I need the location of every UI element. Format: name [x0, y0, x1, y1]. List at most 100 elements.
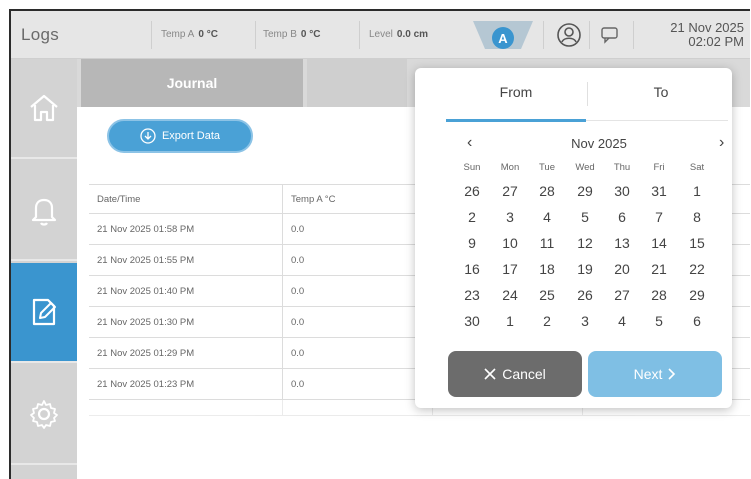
cancel-button[interactable]: Cancel	[448, 351, 582, 397]
calendar-day[interactable]: 27	[606, 284, 638, 306]
page-title: Logs	[21, 25, 60, 44]
calendar-day[interactable]: 5	[569, 206, 601, 228]
tab-journal[interactable]: Journal	[81, 59, 303, 107]
calendar-day[interactable]: 7	[643, 206, 675, 228]
sidebar-item-home[interactable]	[11, 59, 77, 159]
month-label: Nov 2025	[571, 136, 627, 151]
calendar-day[interactable]: 12	[569, 232, 601, 254]
calendar-day[interactable]: 11	[531, 232, 563, 254]
temp-b-label: Temp B	[263, 29, 297, 40]
weekday-label: Fri	[653, 162, 665, 173]
mode-badge[interactable]: A	[471, 17, 535, 55]
weekday-label: Wed	[575, 162, 595, 173]
cell-temp-a: 0.0	[283, 245, 433, 275]
tab-other[interactable]	[307, 59, 407, 107]
calendar-day[interactable]: 10	[494, 232, 526, 254]
divider	[589, 21, 590, 49]
calendar-day[interactable]: 18	[531, 258, 563, 280]
calendar-day[interactable]: 3	[494, 206, 526, 228]
column-header[interactable]: Date/Time	[89, 185, 283, 213]
column-header[interactable]: Temp A °C	[283, 185, 433, 213]
calendar-day[interactable]: 1	[681, 180, 713, 202]
calendar-day[interactable]: 14	[643, 232, 675, 254]
clock-date: 21 Nov 2025	[670, 20, 744, 35]
sidebar-item-alarms[interactable]	[11, 161, 77, 261]
next-month-button[interactable]: ›	[719, 134, 724, 152]
gear-icon	[30, 400, 58, 429]
cell	[89, 400, 283, 415]
user-icon[interactable]	[557, 23, 581, 47]
level-value: 0.0 cm	[396, 29, 429, 40]
calendar-day[interactable]: 3	[569, 310, 601, 332]
bell-icon	[31, 198, 57, 226]
calendar-day[interactable]: 4	[606, 310, 638, 332]
calendar-day[interactable]: 8	[681, 206, 713, 228]
edit-document-icon	[32, 298, 56, 326]
calendar-day[interactable]: 30	[456, 310, 488, 332]
next-button[interactable]: Next	[588, 351, 722, 397]
cell-datetime: 21 Nov 2025 01:30 PM	[89, 307, 283, 337]
calendar-day[interactable]: 24	[494, 284, 526, 306]
calendar-day[interactable]: 25	[531, 284, 563, 306]
calendar-day[interactable]: 16	[456, 258, 488, 280]
calendar-day[interactable]: 13	[606, 232, 638, 254]
calendar-day[interactable]: 28	[531, 180, 563, 202]
calendar-day[interactable]: 15	[681, 232, 713, 254]
calendar-day[interactable]: 27	[494, 180, 526, 202]
calendar-day[interactable]: 29	[569, 180, 601, 202]
mode-badge-letter: A	[498, 31, 508, 46]
cell-temp-a: 0.0	[283, 307, 433, 337]
temp-b-readout: Temp B0 °C	[263, 29, 320, 40]
tab-to[interactable]: To	[591, 84, 731, 100]
calendar-day[interactable]: 22	[681, 258, 713, 280]
divider	[543, 21, 544, 49]
tab-from-indicator	[446, 119, 586, 122]
calendar-day[interactable]: 20	[606, 258, 638, 280]
cell-temp-a: 0.0	[283, 214, 433, 244]
calendar-day[interactable]: 30	[606, 180, 638, 202]
calendar-day[interactable]: 6	[681, 310, 713, 332]
cell-temp-a: 0.0	[283, 369, 433, 399]
sidebar	[11, 59, 77, 479]
calendar-day[interactable]: 6	[606, 206, 638, 228]
export-data-button[interactable]: Export Data	[107, 119, 253, 153]
cell-datetime: 21 Nov 2025 01:23 PM	[89, 369, 283, 399]
calendar-day[interactable]: 5	[643, 310, 675, 332]
level-readout: Level 0.0 cm	[369, 29, 428, 40]
clock-time: 02:02 PM	[688, 34, 744, 49]
close-icon	[484, 368, 496, 380]
calendar-day[interactable]: 9	[456, 232, 488, 254]
next-label: Next	[633, 366, 663, 382]
cancel-label: Cancel	[502, 366, 546, 382]
home-icon	[30, 94, 58, 122]
calendar-day[interactable]: 1	[494, 310, 526, 332]
download-icon	[140, 128, 156, 144]
calendar-day[interactable]: 31	[643, 180, 675, 202]
tab-from[interactable]: From	[446, 84, 586, 100]
calendar-day[interactable]: 28	[643, 284, 675, 306]
sidebar-item-settings[interactable]	[11, 365, 77, 465]
mode-badge-icon: A	[473, 21, 533, 49]
calendar-day[interactable]: 21	[643, 258, 675, 280]
app-frame: Logs Temp A0 °C Temp B0 °C Level 0.0 cm A	[9, 9, 750, 479]
message-icon[interactable]	[599, 25, 621, 45]
calendar-day[interactable]: 4	[531, 206, 563, 228]
calendar-day[interactable]: 2	[456, 206, 488, 228]
temp-a-readout: Temp A0 °C	[161, 29, 218, 40]
calendar-day[interactable]: 2	[531, 310, 563, 332]
weekday-label: Sat	[689, 162, 705, 173]
cell-datetime: 21 Nov 2025 01:40 PM	[89, 276, 283, 306]
calendar-day[interactable]: 19	[569, 258, 601, 280]
sidebar-item-logs[interactable]	[11, 263, 77, 363]
divider	[587, 82, 588, 106]
calendar-day[interactable]: 26	[569, 284, 601, 306]
clock: 21 Nov 2025 02:02 PM	[670, 21, 744, 49]
temp-a-label: Temp A	[161, 29, 195, 40]
calendar-day[interactable]: 17	[494, 258, 526, 280]
cell	[283, 400, 433, 415]
calendar-day[interactable]: 26	[456, 180, 488, 202]
cell-datetime: 21 Nov 2025 01:55 PM	[89, 245, 283, 275]
export-data-label: Export Data	[161, 130, 221, 142]
calendar-day[interactable]: 29	[681, 284, 713, 306]
calendar-day[interactable]: 23	[456, 284, 488, 306]
